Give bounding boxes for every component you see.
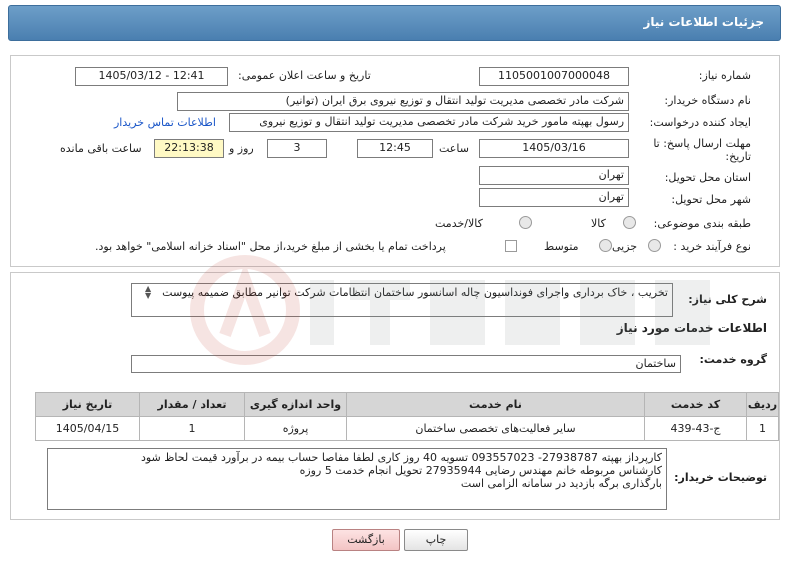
need-details-page: جزئیات اطلاعات نیاز شماره نیاز: 11050010… bbox=[0, 0, 789, 566]
creator-field: رسول بهپته مامور خرید شرکت مادر تخصصی مد… bbox=[229, 113, 629, 132]
category-radio-goods-service[interactable] bbox=[519, 216, 532, 229]
services-panel: شرح کلی نیاز: تخریب ، خاک برداری واجرای … bbox=[10, 272, 780, 520]
buyer-notes-label: توضیحات خریدار: bbox=[674, 471, 767, 484]
services-table-header: ردیف کد خدمت نام خدمت واحد اندازه گیری ت… bbox=[35, 392, 779, 417]
cell-row-number: 1 bbox=[746, 416, 779, 441]
col-unit: واحد اندازه گیری bbox=[244, 392, 347, 417]
buyer-org-field: شرکت مادر تخصصی مدیریت تولید انتقال و تو… bbox=[177, 92, 629, 111]
services-table: ردیف کد خدمت نام خدمت واحد اندازه گیری ت… bbox=[35, 392, 779, 441]
buyer-notes-textarea[interactable]: کارپرداز بهپته 27938787- 093557023 تسویه… bbox=[47, 448, 667, 510]
buyer-notes-line: بارگذاری برگه بازدید در سامانه الزامی اس… bbox=[460, 477, 662, 490]
col-service-name: نام خدمت bbox=[346, 392, 645, 417]
page-title: جزئیات اطلاعات نیاز bbox=[643, 15, 764, 29]
col-need-date: تاریخ نیاز bbox=[35, 392, 140, 417]
description-label: شرح کلی نیاز: bbox=[688, 293, 767, 306]
announce-datetime-field: 1405/03/12 - 12:41 bbox=[75, 67, 228, 86]
cell-quantity: 1 bbox=[139, 416, 245, 441]
buyer-org-label: نام دستگاه خریدار: bbox=[664, 94, 751, 107]
days-remaining-field: 3 bbox=[267, 139, 327, 158]
province-label: استان محل تحویل: bbox=[664, 171, 751, 184]
need-info-panel: شماره نیاز: 1105001007000048 تاریخ و ساع… bbox=[10, 55, 780, 267]
creator-label: ایجاد کننده درخواست: bbox=[649, 116, 751, 129]
table-row: 1 ج-43-439 سایر فعالیت‌های تخصصی ساختمان… bbox=[35, 416, 779, 441]
deadline-time-label: ساعت bbox=[439, 142, 469, 155]
buyer-notes-line: کارپرداز بهپته 27938787- 093557023 تسویه… bbox=[140, 451, 662, 464]
category-radio-goods[interactable] bbox=[623, 216, 636, 229]
service-group-field: ساختمان bbox=[131, 355, 681, 373]
category-option-goods-service: کالا/خدمت bbox=[435, 217, 483, 230]
treasury-payment-checkbox[interactable] bbox=[505, 240, 517, 252]
back-button[interactable]: بازگشت bbox=[332, 529, 400, 551]
remaining-time-label: ساعت باقی مانده bbox=[60, 142, 142, 155]
days-label: روز و bbox=[229, 142, 254, 155]
description-textarea[interactable]: تخریب ، خاک برداری واجرای فونداسیون چاله… bbox=[131, 283, 673, 317]
province-field: تهران bbox=[479, 166, 629, 185]
announce-datetime-label: تاریخ و ساعت اعلان عمومی: bbox=[238, 69, 371, 82]
deadline-date-field: 1405/03/16 bbox=[479, 139, 629, 158]
city-label: شهر محل تحویل: bbox=[671, 193, 751, 206]
col-row-number: ردیف bbox=[746, 392, 779, 417]
buyer-notes-line: کارشناس مربوطه خانم مهندس رضایی 27935944… bbox=[299, 464, 662, 477]
services-section-title: اطلاعات خدمات مورد نیاز bbox=[616, 321, 767, 335]
col-quantity: تعداد / مقدار bbox=[139, 392, 245, 417]
treasury-payment-note: پرداخت تمام یا بخشی از مبلغ خرید،از محل … bbox=[95, 240, 446, 253]
category-option-goods: کالا bbox=[591, 217, 606, 230]
cell-service-name: سایر فعالیت‌های تخصصی ساختمان bbox=[346, 416, 645, 441]
cell-need-date: 1405/04/15 bbox=[35, 416, 140, 441]
remaining-time-field: 22:13:38 bbox=[154, 139, 224, 158]
need-number-label: شماره نیاز: bbox=[698, 69, 751, 82]
deadline-time-field: 12:45 bbox=[357, 139, 433, 158]
need-number-field: 1105001007000048 bbox=[479, 67, 629, 86]
service-group-label: گروه خدمت: bbox=[699, 353, 767, 366]
process-radio-medium[interactable] bbox=[599, 239, 612, 252]
process-radio-minor[interactable] bbox=[648, 239, 661, 252]
process-option-medium: متوسط bbox=[544, 240, 579, 253]
category-label: طبقه بندی موضوعی: bbox=[653, 217, 751, 230]
description-text: تخریب ، خاک برداری واجرای فونداسیون چاله… bbox=[162, 286, 668, 299]
process-type-label: نوع فرآیند خرید : bbox=[673, 240, 751, 253]
buyer-contact-link[interactable]: اطلاعات تماس خریدار bbox=[114, 116, 216, 129]
process-option-minor: جزیی bbox=[612, 240, 638, 253]
deadline-label-line2: تاریخ: bbox=[725, 150, 751, 163]
deadline-label-line1: مهلت ارسال پاسخ: تا bbox=[653, 137, 751, 150]
cell-service-code: ج-43-439 bbox=[644, 416, 747, 441]
col-service-code: کد خدمت bbox=[644, 392, 747, 417]
city-field: تهران bbox=[479, 188, 629, 207]
cell-unit: پروژه bbox=[244, 416, 347, 441]
header-bar: جزئیات اطلاعات نیاز bbox=[8, 5, 781, 41]
print-button[interactable]: چاپ bbox=[404, 529, 468, 551]
textarea-resize-icon[interactable]: ▲ ▼ bbox=[145, 285, 151, 300]
